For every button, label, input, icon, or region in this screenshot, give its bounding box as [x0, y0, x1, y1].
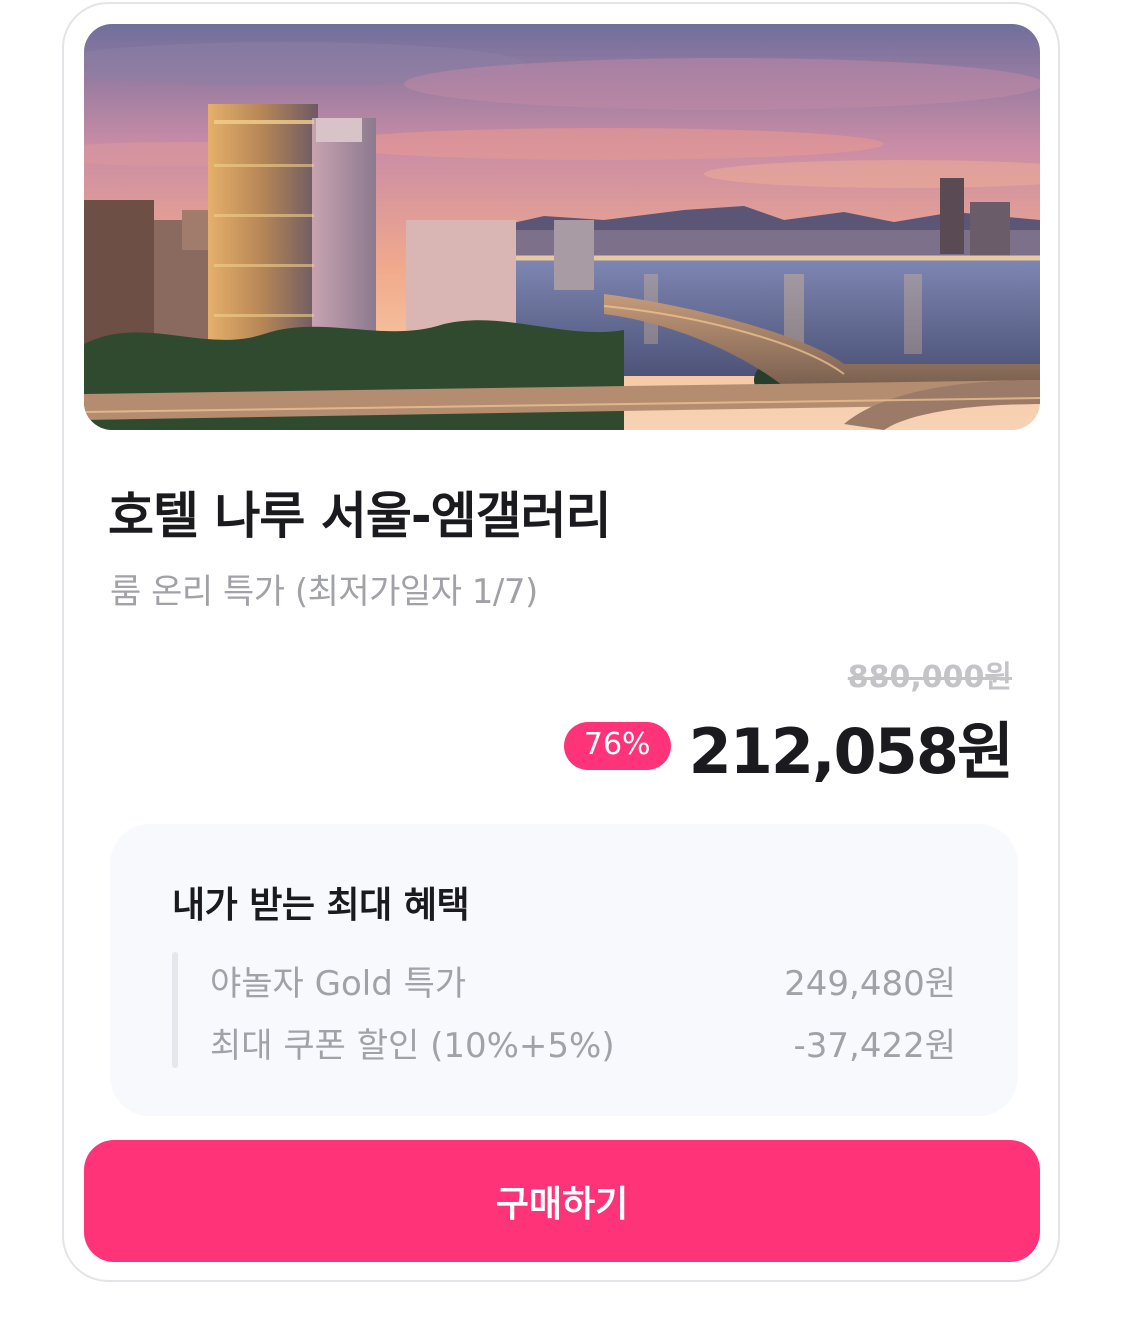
final-price: 212,058원 [688, 715, 1014, 788]
benefit-item-label: 야놀자 Gold 특가 [210, 963, 467, 1004]
price-row: 76% 212,058원 [563, 704, 1014, 788]
hotel-deal-card: 호텔 나루 서울-엠갤러리 룸 온리 특가 (최저가일자 1/7) 880,00… [62, 2, 1060, 1282]
benefit-item: 야놀자 Gold 특가 249,480원 [210, 958, 956, 1004]
buy-button[interactable]: 구매하기 [84, 1140, 1040, 1262]
benefit-title: 내가 받는 최대 혜택 [172, 885, 470, 926]
original-price: 880,000원 [847, 660, 1012, 695]
benefit-item-label: 최대 쿠폰 할인 (10%+5%) [210, 1025, 615, 1066]
hotel-photo[interactable] [84, 24, 1040, 430]
benefit-item: 최대 쿠폰 할인 (10%+5%) -37,422원 [210, 1020, 956, 1066]
discount-badge: 76% [563, 722, 671, 770]
benefit-item-value: 249,480원 [784, 963, 956, 1004]
room-subtitle: 룸 온리 특가 (최저가일자 1/7) [110, 572, 538, 612]
benefit-divider [172, 952, 178, 1068]
hotel-name: 호텔 나루 서울-엠갤러리 [108, 487, 612, 545]
benefit-item-value: -37,422원 [793, 1025, 956, 1066]
benefit-panel: 내가 받는 최대 혜택 야놀자 Gold 특가 249,480원 최대 쿠폰 할… [110, 824, 1018, 1116]
